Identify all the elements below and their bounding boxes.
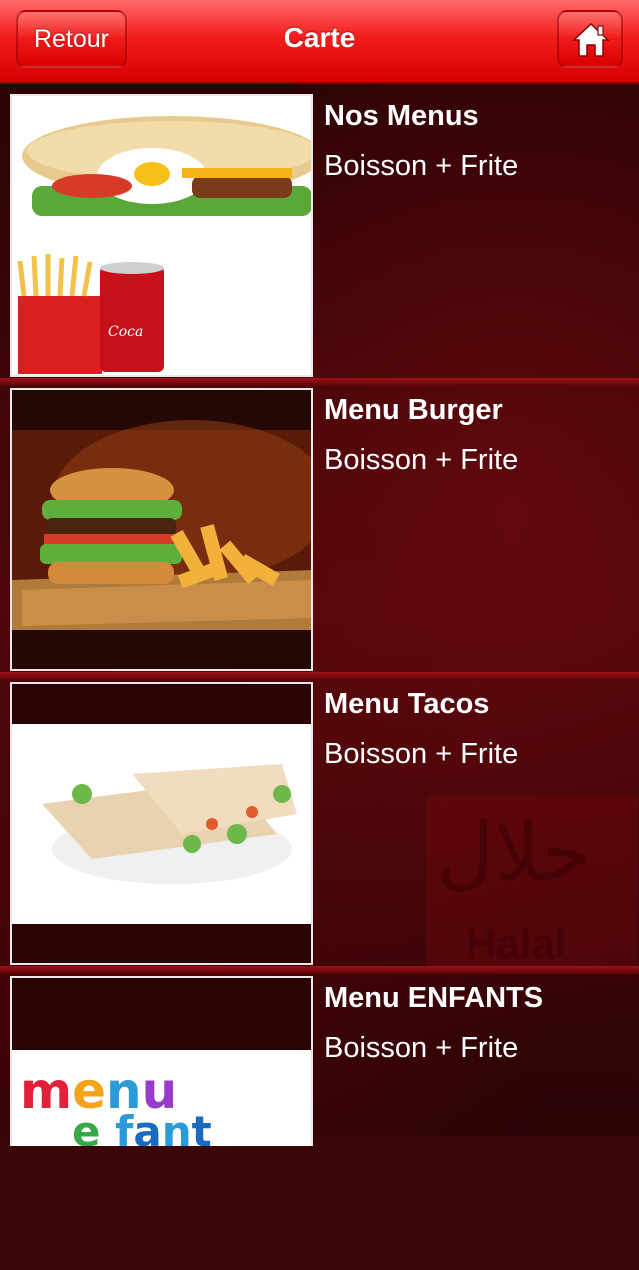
navigation-bar: Retour Carte — [0, 0, 639, 84]
home-icon — [572, 22, 610, 57]
menu-enfant-logo: menu e fant — [10, 976, 313, 1146]
home-button[interactable] — [557, 10, 623, 68]
list-item-subtitle: Boisson + Frite — [324, 150, 519, 182]
list-item-subtitle: Boisson + Frite — [324, 444, 519, 476]
list-item-title: Menu Burger — [324, 394, 503, 426]
svg-text:e fant: e fant — [72, 1107, 212, 1146]
svg-text:Coca: Coca — [108, 324, 143, 340]
row-divider — [0, 672, 639, 680]
row-divider — [0, 378, 639, 386]
list-item-subtitle: Boisson + Frite — [324, 738, 519, 770]
page-title: Carte — [283, 22, 356, 53]
list-item-nos-menus[interactable]: Coca Nos Menus Boisson + Frite — [0, 94, 639, 388]
kebab-fries-coke-photo: Coca — [10, 94, 313, 377]
list-item-subtitle: Boisson + Frite — [324, 1032, 519, 1064]
list-item-title: Menu ENFANTS — [324, 982, 544, 1014]
row-divider — [0, 966, 639, 974]
tacos-wrap-photo — [10, 682, 313, 965]
list-item-menu-tacos[interactable]: Menu Tacos Boisson + Frite — [0, 682, 639, 976]
burger-fries-photo — [10, 388, 313, 671]
list-item-menu-enfants[interactable]: menu e fant Menu ENFANTS Boisson + Frite — [0, 976, 639, 1270]
list-item-title: Nos Menus — [324, 100, 479, 132]
list-item-menu-burger[interactable]: Menu Burger Boisson + Frite — [0, 388, 639, 682]
list-item-title: Menu Tacos — [324, 688, 490, 720]
